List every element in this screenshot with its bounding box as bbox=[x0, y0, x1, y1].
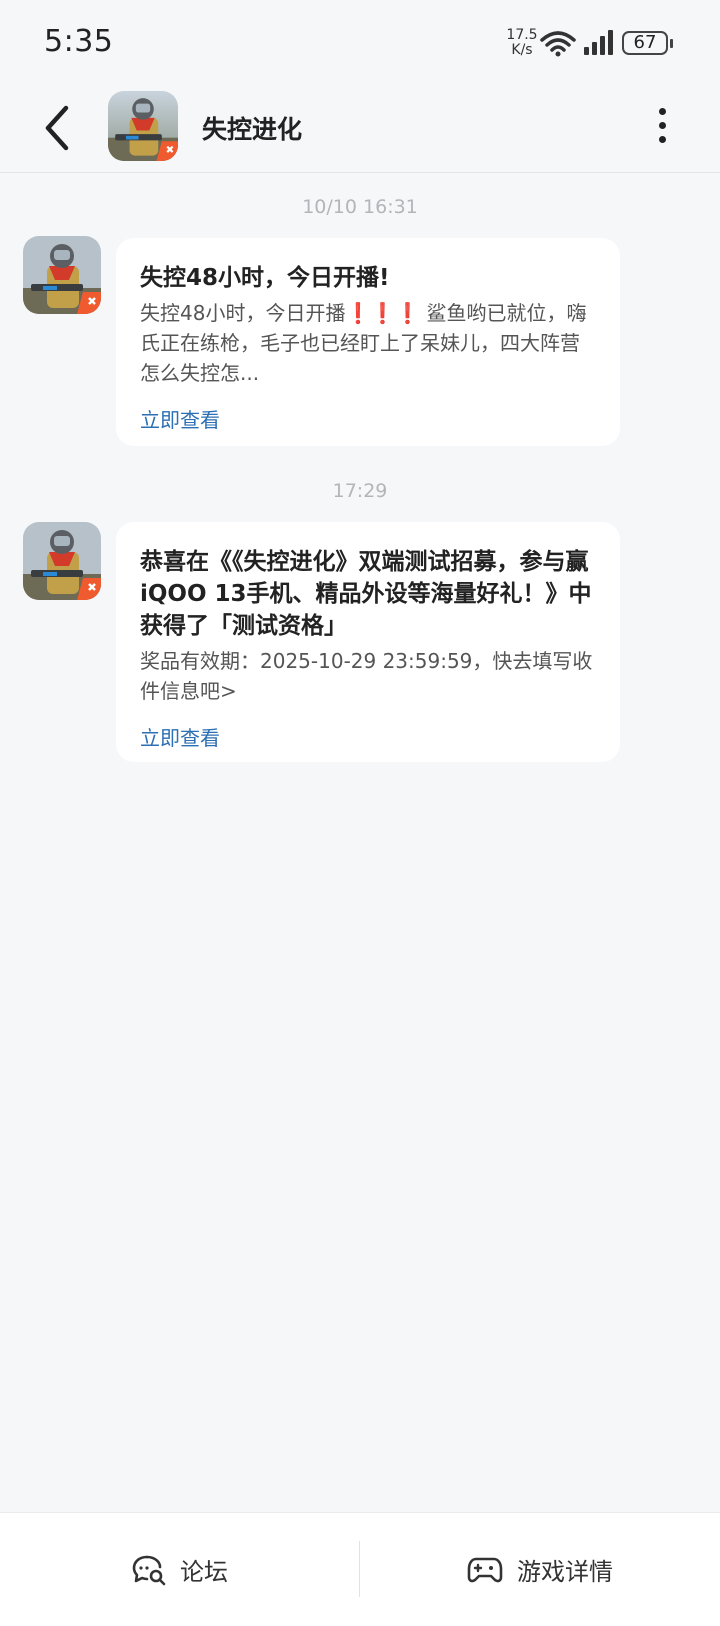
status-bar: 5:35 17.5 K/s 67 bbox=[0, 0, 720, 90]
message-timestamp: 17:29 bbox=[332, 480, 388, 502]
chat-header: 失控进化 bbox=[0, 88, 720, 173]
sender-avatar[interactable] bbox=[23, 522, 101, 600]
more-vertical-icon[interactable] bbox=[650, 106, 674, 146]
message-card[interactable]: 恭喜在《《失控进化》双端测试招募，参与赢iQOO 13手机、精品外设等海量好礼！… bbox=[116, 522, 620, 762]
network-speed-unit: K/s bbox=[511, 42, 533, 58]
view-now-link[interactable]: 立即查看 bbox=[140, 404, 220, 433]
message-body: 失控48小时，今日开播❗❗❗ 鲨鱼哟已就位，嗨氏正在练枪，毛子也已经盯上了呆妹儿… bbox=[140, 298, 596, 388]
forum-tab[interactable]: 论坛 bbox=[0, 1513, 360, 1626]
game-logo-icon bbox=[108, 91, 178, 161]
game-logo-icon bbox=[23, 236, 101, 314]
forum-label: 论坛 bbox=[180, 1558, 228, 1586]
view-now-link[interactable]: 立即查看 bbox=[140, 722, 220, 751]
message-card[interactable]: 失控48小时，今日开播! 失控48小时，今日开播❗❗❗ 鲨鱼哟已就位，嗨氏正在练… bbox=[116, 238, 620, 446]
game-details-tab[interactable]: 游戏详情 bbox=[360, 1513, 720, 1626]
message-body-text: 失控48小时，今日开播 bbox=[140, 301, 346, 325]
game-avatar[interactable] bbox=[108, 91, 178, 161]
status-time: 5:35 bbox=[44, 24, 114, 59]
network-speed-value: 17.5 bbox=[506, 27, 538, 43]
page-title: 失控进化 bbox=[202, 115, 303, 144]
exclamation-emphasis: ❗❗❗ bbox=[345, 301, 421, 325]
battery-icon: 67 bbox=[622, 31, 673, 55]
forum-chat-icon bbox=[132, 1555, 166, 1585]
bottom-bar: 论坛 游戏详情 bbox=[0, 1512, 720, 1626]
message-body: 奖品有效期：2025-10-29 23:59:59，快去填写收件信息吧> bbox=[140, 649, 593, 703]
gamepad-icon bbox=[467, 1557, 503, 1582]
message-title: 失控48小时，今日开播! bbox=[140, 265, 390, 291]
game-details-label: 游戏详情 bbox=[517, 1558, 613, 1586]
sender-avatar[interactable] bbox=[23, 236, 101, 314]
signal-icon bbox=[584, 30, 613, 55]
message-title: 恭喜在《《失控进化》双端测试招募，参与赢iQOO 13手机、精品外设等海量好礼！… bbox=[140, 549, 592, 639]
network-speed: 17.5 K/s bbox=[504, 28, 540, 58]
game-logo-icon bbox=[23, 522, 101, 600]
message-timestamp: 10/10 16:31 bbox=[302, 196, 418, 218]
wifi-icon bbox=[540, 31, 576, 57]
back-arrow-icon[interactable] bbox=[38, 102, 78, 154]
